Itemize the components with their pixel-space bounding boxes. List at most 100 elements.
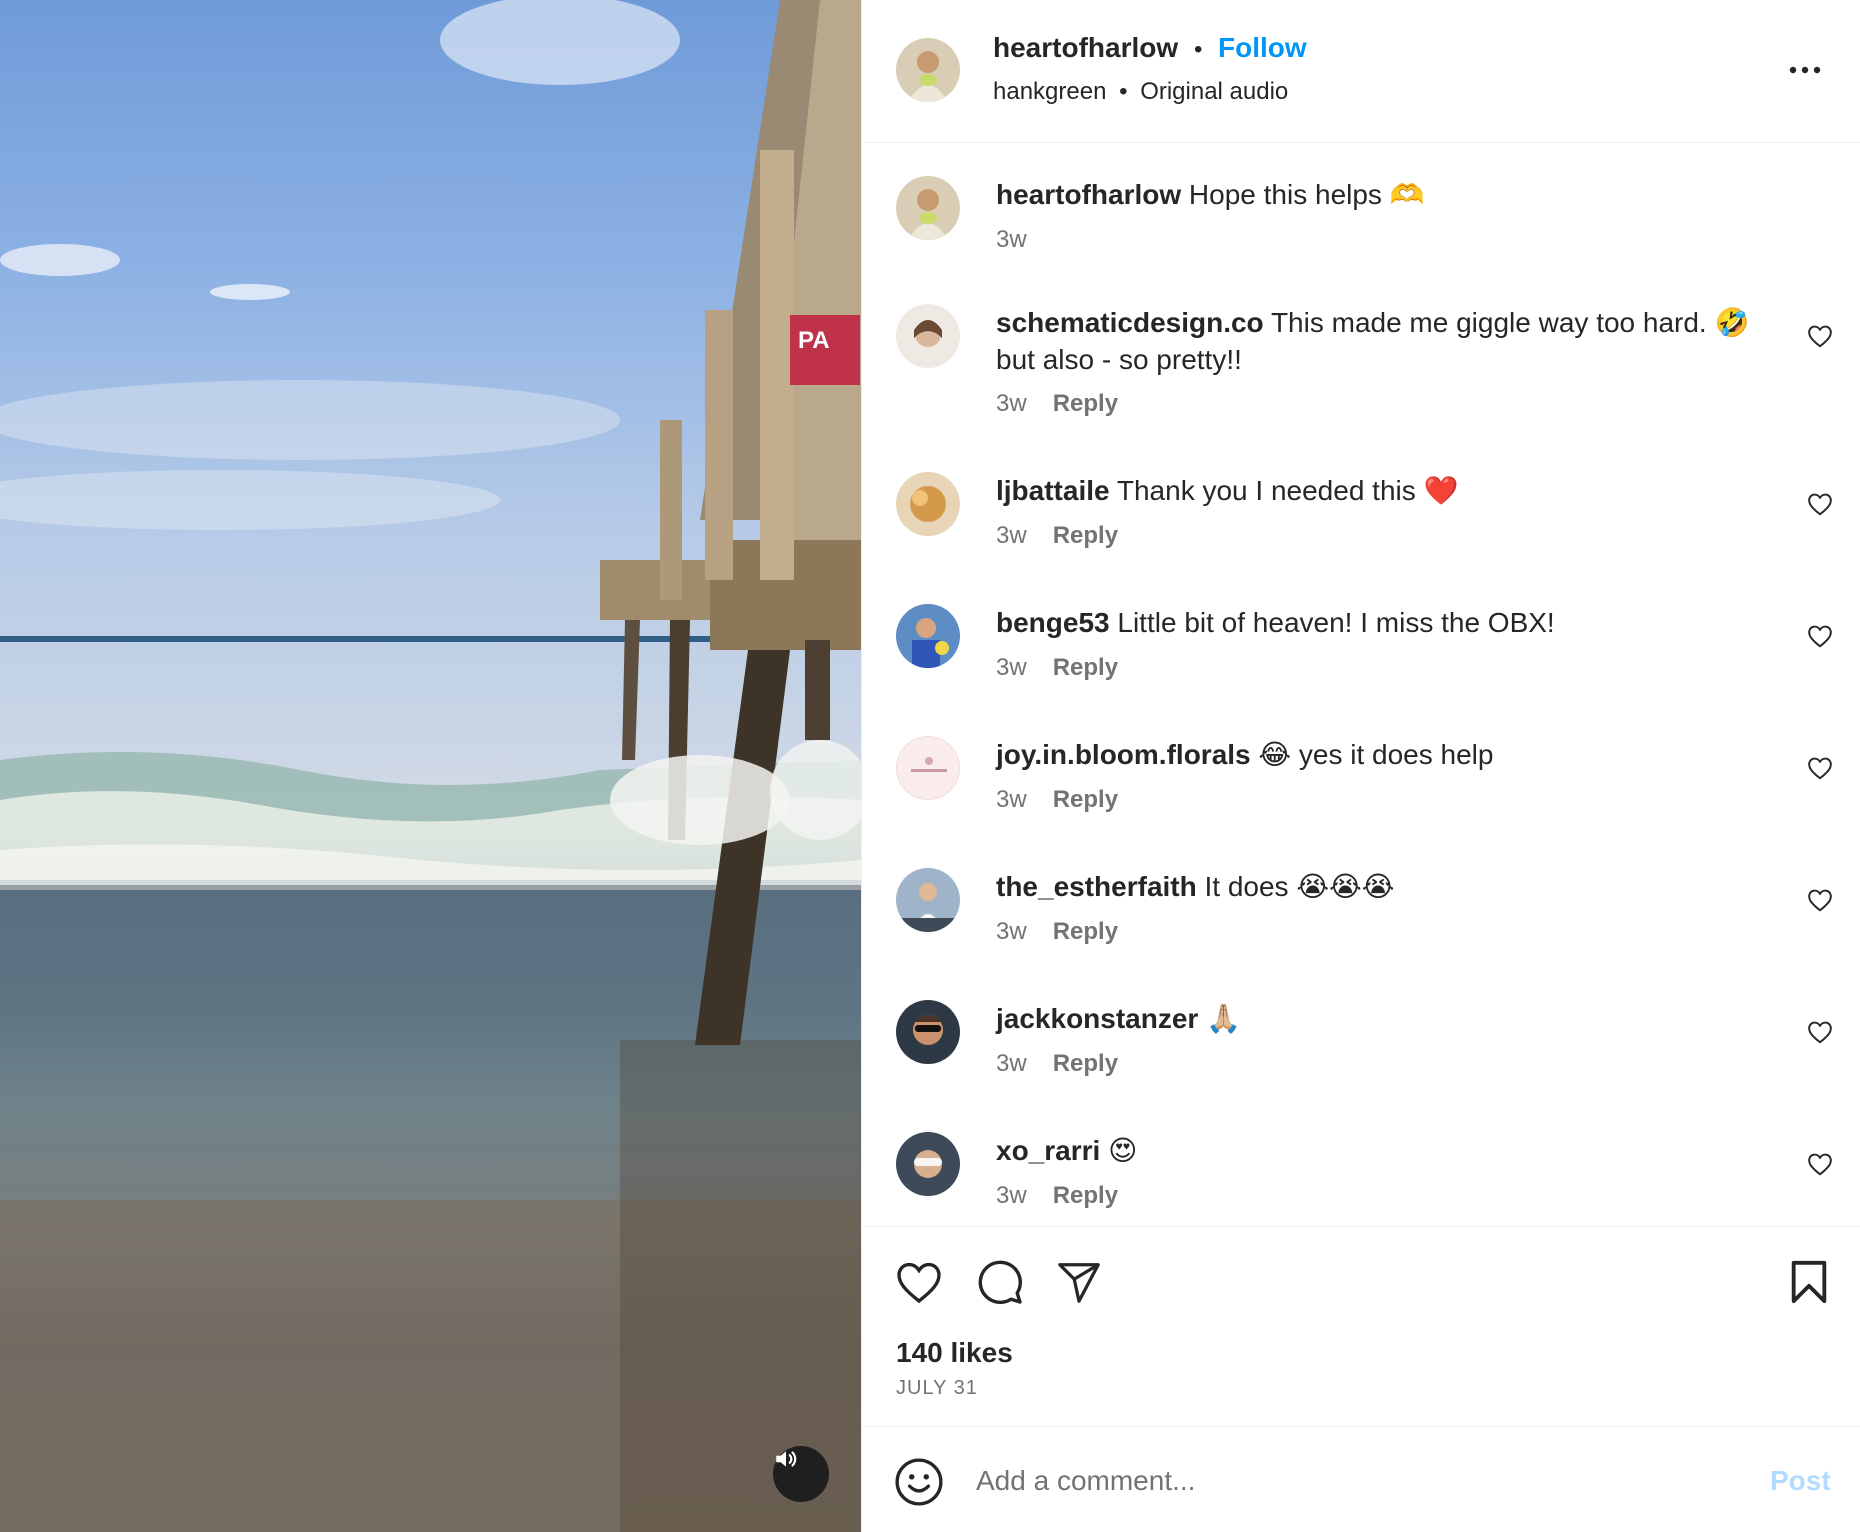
comment-body: 😂 yes it does help [1258, 739, 1494, 770]
post-actions: 140 likes JULY 31 [862, 1226, 1860, 1426]
comment-time[interactable]: 3w [996, 786, 1027, 814]
heart-icon [1808, 889, 1832, 912]
comment-like-button[interactable] [1804, 884, 1836, 916]
share-button[interactable] [1052, 1255, 1106, 1309]
commenter-avatar[interactable] [896, 736, 960, 800]
comment-button[interactable] [973, 1255, 1027, 1309]
comment-meta: 3w [996, 226, 1027, 254]
comment-username[interactable]: joy.in.bloom.florals [996, 739, 1251, 770]
reply-button[interactable]: Reply [1053, 918, 1118, 946]
reply-button[interactable]: Reply [1053, 654, 1118, 682]
bookmark-icon [1791, 1260, 1827, 1304]
comment-like-button[interactable] [1804, 488, 1836, 520]
heart-icon [1808, 757, 1832, 780]
comment-text: the_estherfaith It does 😭😭😭 [996, 868, 1766, 905]
comment-body: Little bit of heaven! I miss the OBX! [1117, 607, 1555, 638]
author-avatar[interactable] [896, 38, 960, 102]
comment-time[interactable]: 3w [996, 918, 1027, 946]
comment-username[interactable]: jackkonstanzer [996, 1003, 1198, 1034]
commenter-avatar[interactable] [896, 1000, 960, 1064]
reply-button[interactable]: Reply [1053, 786, 1118, 814]
comment-time[interactable]: 3w [996, 390, 1027, 418]
post-comment-button[interactable]: Post [1770, 1465, 1831, 1497]
audio-info: hankgreen • Original audio [993, 78, 1288, 106]
comment-meta: 3w Reply [996, 522, 1118, 550]
comment-like-button[interactable] [1804, 1148, 1836, 1180]
comment-body: It does 😭😭😭 [1204, 871, 1395, 902]
heart-icon [1808, 625, 1832, 648]
comment-username[interactable]: benge53 [996, 607, 1110, 638]
comment-time[interactable]: 3w [996, 522, 1027, 550]
save-button[interactable] [1782, 1255, 1836, 1309]
comment-time[interactable]: 3w [996, 226, 1027, 254]
reply-button[interactable]: Reply [1053, 390, 1118, 418]
comment-like-button[interactable] [1804, 752, 1836, 784]
comments-list[interactable]: heartofharlow Hope this helps 🫶 3w schem… [862, 144, 1860, 1226]
commenter-avatar[interactable] [896, 868, 960, 932]
follow-button[interactable]: Follow [1218, 32, 1307, 64]
comment-like-button[interactable] [1804, 320, 1836, 352]
comment-meta: 3w Reply [996, 918, 1118, 946]
post-side-panel: heartofharlow • Follow hankgreen • Origi… [861, 0, 1860, 1532]
comment-text: joy.in.bloom.florals 😂 yes it does help [996, 736, 1766, 773]
post-header: heartofharlow • Follow hankgreen • Origi… [862, 0, 1860, 143]
comment-text: schematicdesign.co This made me giggle w… [996, 304, 1766, 378]
comment-meta: 3w Reply [996, 1182, 1118, 1210]
comment-time[interactable]: 3w [996, 1182, 1027, 1210]
heart-icon [1808, 1021, 1832, 1044]
comment-time[interactable]: 3w [996, 654, 1027, 682]
comment-meta: 3w Reply [996, 1050, 1118, 1078]
comment-username[interactable]: heartofharlow [996, 179, 1181, 210]
comment-like-button[interactable] [1804, 620, 1836, 652]
reply-button[interactable]: Reply [1053, 522, 1118, 550]
reply-button[interactable]: Reply [1053, 1050, 1118, 1078]
comment-body: 😍 [1108, 1135, 1138, 1166]
emoji-button[interactable] [894, 1457, 944, 1507]
audio-user[interactable]: hankgreen [993, 78, 1106, 105]
svg-text:PA: PA [798, 327, 830, 354]
comment-meta: 3w Reply [996, 786, 1118, 814]
heart-icon [1808, 1153, 1832, 1176]
send-icon [1058, 1263, 1100, 1303]
likes-count[interactable]: 140 likes [896, 1337, 1013, 1369]
comment-body: Thank you I needed this ❤️ [1116, 475, 1459, 506]
mute-button[interactable] [773, 1446, 829, 1502]
comment-text: xo_rarri 😍 [996, 1132, 1766, 1169]
more-options-button[interactable] [1782, 50, 1828, 90]
commenter-avatar[interactable] [896, 304, 960, 368]
comment-text: heartofharlow Hope this helps 🫶 [996, 176, 1766, 213]
heart-icon [897, 1262, 941, 1304]
comment-like-button[interactable] [1804, 1016, 1836, 1048]
comment-username[interactable]: schematicdesign.co [996, 307, 1264, 338]
heart-icon [1808, 325, 1832, 348]
comment-text: jackkonstanzer 🙏🏼 [996, 1000, 1766, 1037]
comment-meta: 3w Reply [996, 390, 1118, 418]
like-button[interactable] [892, 1255, 946, 1309]
commenter-avatar[interactable] [896, 1132, 960, 1196]
post-date[interactable]: JULY 31 [896, 1377, 978, 1400]
comment-meta: 3w Reply [996, 654, 1118, 682]
commenter-avatar[interactable] [896, 472, 960, 536]
comment-icon [978, 1260, 1022, 1304]
comment-body: 🙏🏼 [1206, 1003, 1241, 1034]
comment-time[interactable]: 3w [996, 1050, 1027, 1078]
comment-text: benge53 Little bit of heaven! I miss the… [996, 604, 1766, 641]
comment-username[interactable]: xo_rarri [996, 1135, 1100, 1166]
comment-username[interactable]: ljbattaile [996, 475, 1110, 506]
more-icon [1789, 66, 1821, 74]
post-media[interactable]: PA [0, 0, 861, 1532]
author-username[interactable]: heartofharlow [993, 32, 1178, 64]
smiley-icon [895, 1458, 943, 1506]
heart-icon [1808, 493, 1832, 516]
beach-pier-image: PA [0, 0, 861, 1532]
reply-button[interactable]: Reply [1053, 1182, 1118, 1210]
commenter-avatar[interactable] [896, 176, 960, 240]
comment-input[interactable] [976, 1457, 1736, 1505]
audio-separator: • [1119, 78, 1128, 105]
comment-body: Hope this helps 🫶 [1188, 179, 1425, 210]
commenter-avatar[interactable] [896, 604, 960, 668]
audio-label[interactable]: Original audio [1140, 78, 1288, 105]
comment-composer: Post [862, 1426, 1860, 1532]
comment-text: ljbattaile Thank you I needed this ❤️ [996, 472, 1766, 509]
comment-username[interactable]: the_estherfaith [996, 871, 1197, 902]
